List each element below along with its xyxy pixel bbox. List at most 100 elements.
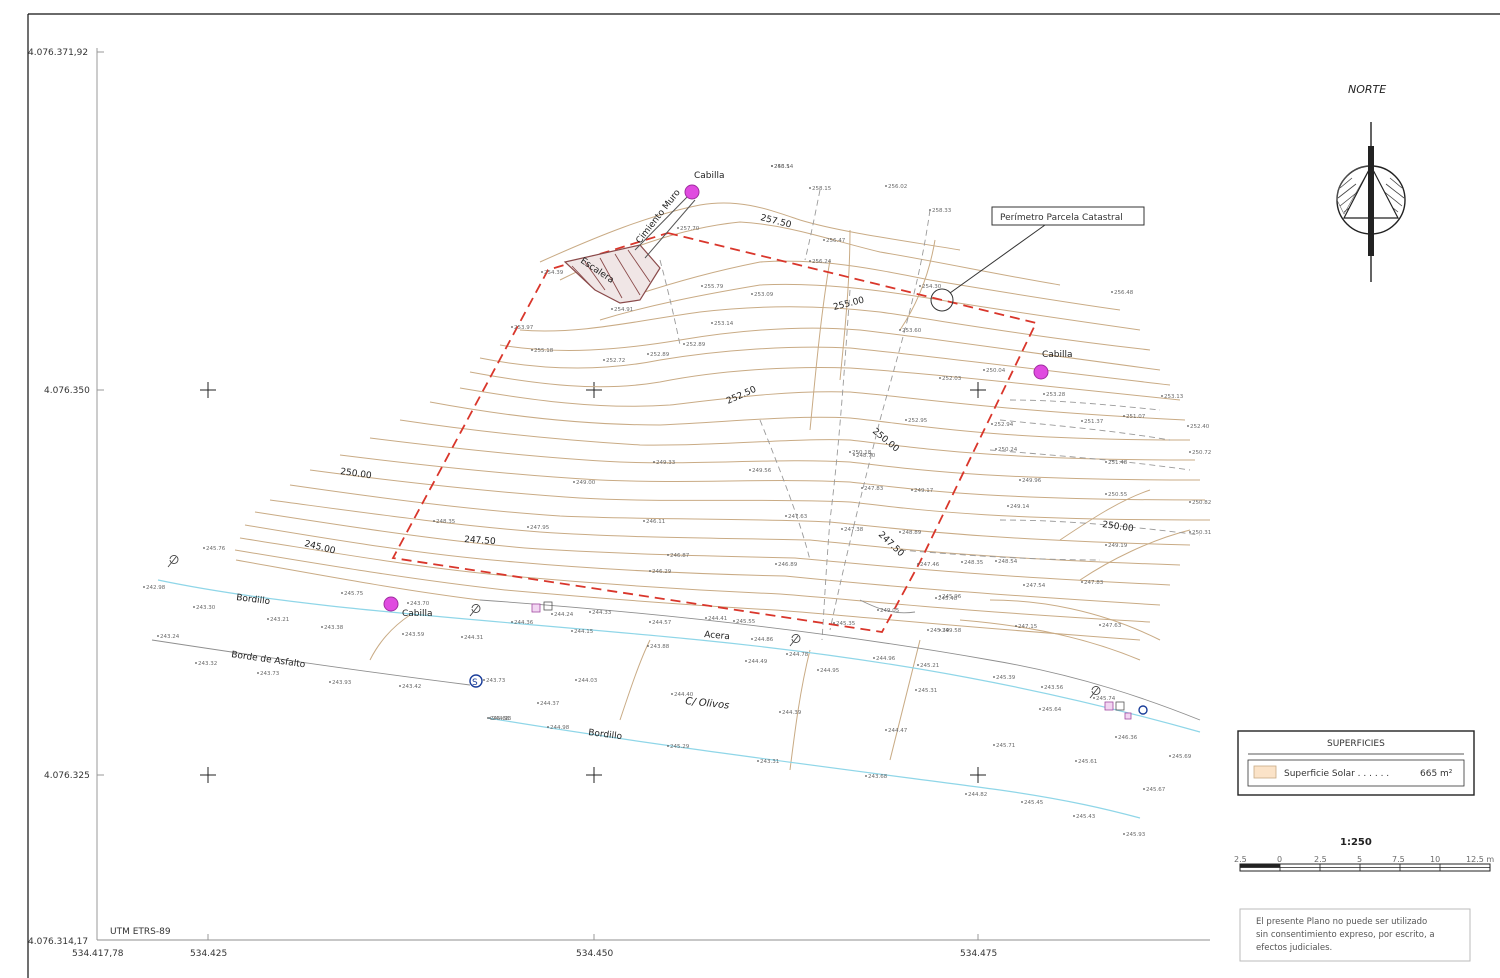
spot-height: 245.43	[1073, 814, 1096, 820]
spot-height-dot	[1161, 395, 1163, 397]
spot-height: 248.35	[961, 560, 984, 566]
utility-box-icon	[1104, 701, 1114, 711]
spot-height: 246.36	[1115, 735, 1138, 741]
spot-height: 247.83	[1081, 580, 1104, 586]
spot-height: 252.89	[647, 352, 670, 358]
spot-height: 243.73	[483, 678, 506, 684]
disclaimer-line-2: sin consentimiento expreso, por escrito,…	[1256, 930, 1435, 940]
spot-height-dot	[1081, 420, 1083, 422]
spot-height-dot	[1123, 415, 1125, 417]
spot-height-dot	[733, 620, 735, 622]
spot-height-label: 248.89	[902, 530, 922, 536]
spot-height: 244.39	[779, 710, 802, 716]
valve-icon	[1138, 705, 1148, 715]
spot-height-label: 248.35	[964, 560, 984, 566]
north-arrow: NORTE	[1336, 83, 1406, 282]
scale-label: 1:250	[1340, 837, 1372, 848]
legend-item-label: Superficie Solar . . . . . .	[1284, 769, 1389, 779]
spot-height-label: 247.63	[788, 514, 808, 520]
spot-height-label: 245.29	[670, 744, 690, 750]
spot-height-label: 243.32	[198, 661, 217, 667]
spot-height-label: 245.31	[918, 688, 937, 694]
spot-height-dot	[939, 377, 941, 379]
spot-height-label: 243.5	[774, 164, 790, 170]
spot-height-label: 249.17	[914, 488, 934, 494]
utility-box-icon	[543, 601, 553, 611]
spot-height: 243.32	[195, 661, 217, 667]
spot-height: 247.54	[1023, 583, 1046, 589]
spot-height: 253.09	[751, 292, 774, 298]
spot-height-dot	[865, 775, 867, 777]
spot-height-dot	[551, 613, 553, 615]
spot-height-label: 252.95	[908, 418, 928, 424]
spot-height-dot	[1075, 760, 1077, 762]
spot-height-label: 253.97	[514, 325, 534, 331]
contour-label: 245.00	[303, 539, 336, 556]
spot-height: 247.63	[1099, 623, 1122, 629]
spot-height: 249.56	[749, 468, 772, 474]
spot-height: 256.47	[823, 238, 846, 244]
spot-height-dot	[193, 606, 195, 608]
spot-height: 247.15	[1015, 624, 1038, 630]
spot-height-label: 256.02	[888, 184, 907, 190]
spot-height-label: 249.14	[1010, 504, 1030, 510]
spot-height: 243.21	[267, 617, 289, 623]
spot-height-label: 253.09	[754, 292, 774, 298]
scale-tick: 0	[1277, 855, 1282, 864]
spot-height-label: 250.72	[1192, 450, 1211, 456]
spot-height-label: 244.39	[782, 710, 802, 716]
spot-height: 255.18	[531, 348, 554, 354]
spot-height-label: 254.39	[544, 270, 564, 276]
spot-height-dot	[195, 662, 197, 664]
spot-height-dot	[915, 689, 917, 691]
contour-label: 250.00	[1102, 520, 1135, 534]
spot-height-label: 243.88	[650, 644, 670, 650]
spot-height-dot	[935, 597, 937, 599]
spot-height-label: 245.39	[930, 628, 950, 634]
spot-height: 249.05	[877, 608, 900, 614]
spot-height: 244.57	[649, 620, 672, 626]
spot-height: 249.00	[573, 480, 596, 486]
spot-height-label: 252.89	[650, 352, 670, 358]
spot-height-label: 249.05	[880, 608, 900, 614]
disclaimer-line-1: El presente Plano no puede ser utilizado	[1256, 917, 1427, 927]
spot-height: 245.71	[993, 743, 1015, 749]
spot-height-dot	[995, 448, 997, 450]
spot-height-dot	[1039, 708, 1041, 710]
spot-height-dot	[1105, 544, 1107, 546]
spot-height-label: 250.82	[1192, 500, 1211, 506]
spot-height-dot	[649, 621, 651, 623]
spot-height: 249.96	[1019, 478, 1042, 484]
spot-height-label: 244.86	[754, 637, 774, 643]
spot-height: 244.31	[461, 635, 483, 641]
scale-tick: 2.5	[1314, 855, 1327, 864]
spot-height-dot	[321, 626, 323, 628]
spot-height-dot	[531, 349, 533, 351]
spot-height-dot	[785, 515, 787, 517]
spot-height-dot	[157, 635, 159, 637]
spot-height-dot	[649, 570, 651, 572]
spot-height-label: 258.33	[932, 208, 952, 214]
spot-height-label: 245.76	[206, 546, 226, 552]
spot-height-label: 252.94	[994, 422, 1014, 428]
label-bordillo-bottom: Bordillo	[588, 728, 623, 742]
spot-height: 243.56	[1041, 685, 1064, 691]
spot-height-label: 243.24	[160, 634, 180, 640]
label-cabilla-right: Cabilla	[1042, 350, 1073, 360]
spot-height-dot	[1021, 801, 1023, 803]
spot-height-label: 243.38	[324, 625, 344, 631]
spot-height: 244.15	[571, 629, 594, 635]
spot-height-dot	[1143, 788, 1145, 790]
spot-height-label: 249.00	[576, 480, 596, 486]
spot-height-dot	[1189, 531, 1191, 533]
spot-height: 242.98	[143, 585, 166, 591]
spot-height-dot	[1115, 736, 1117, 738]
spot-height: 244.03	[575, 678, 598, 684]
spot-height: 258.15	[809, 186, 832, 192]
spot-height: 253.14	[711, 321, 734, 327]
spot-height-dot	[667, 745, 669, 747]
spot-height-label: 245.61	[1078, 759, 1097, 765]
spot-height-label: 247.54	[1026, 583, 1046, 589]
spot-height-dot	[1105, 461, 1107, 463]
spot-height: 251.37	[1081, 419, 1104, 425]
